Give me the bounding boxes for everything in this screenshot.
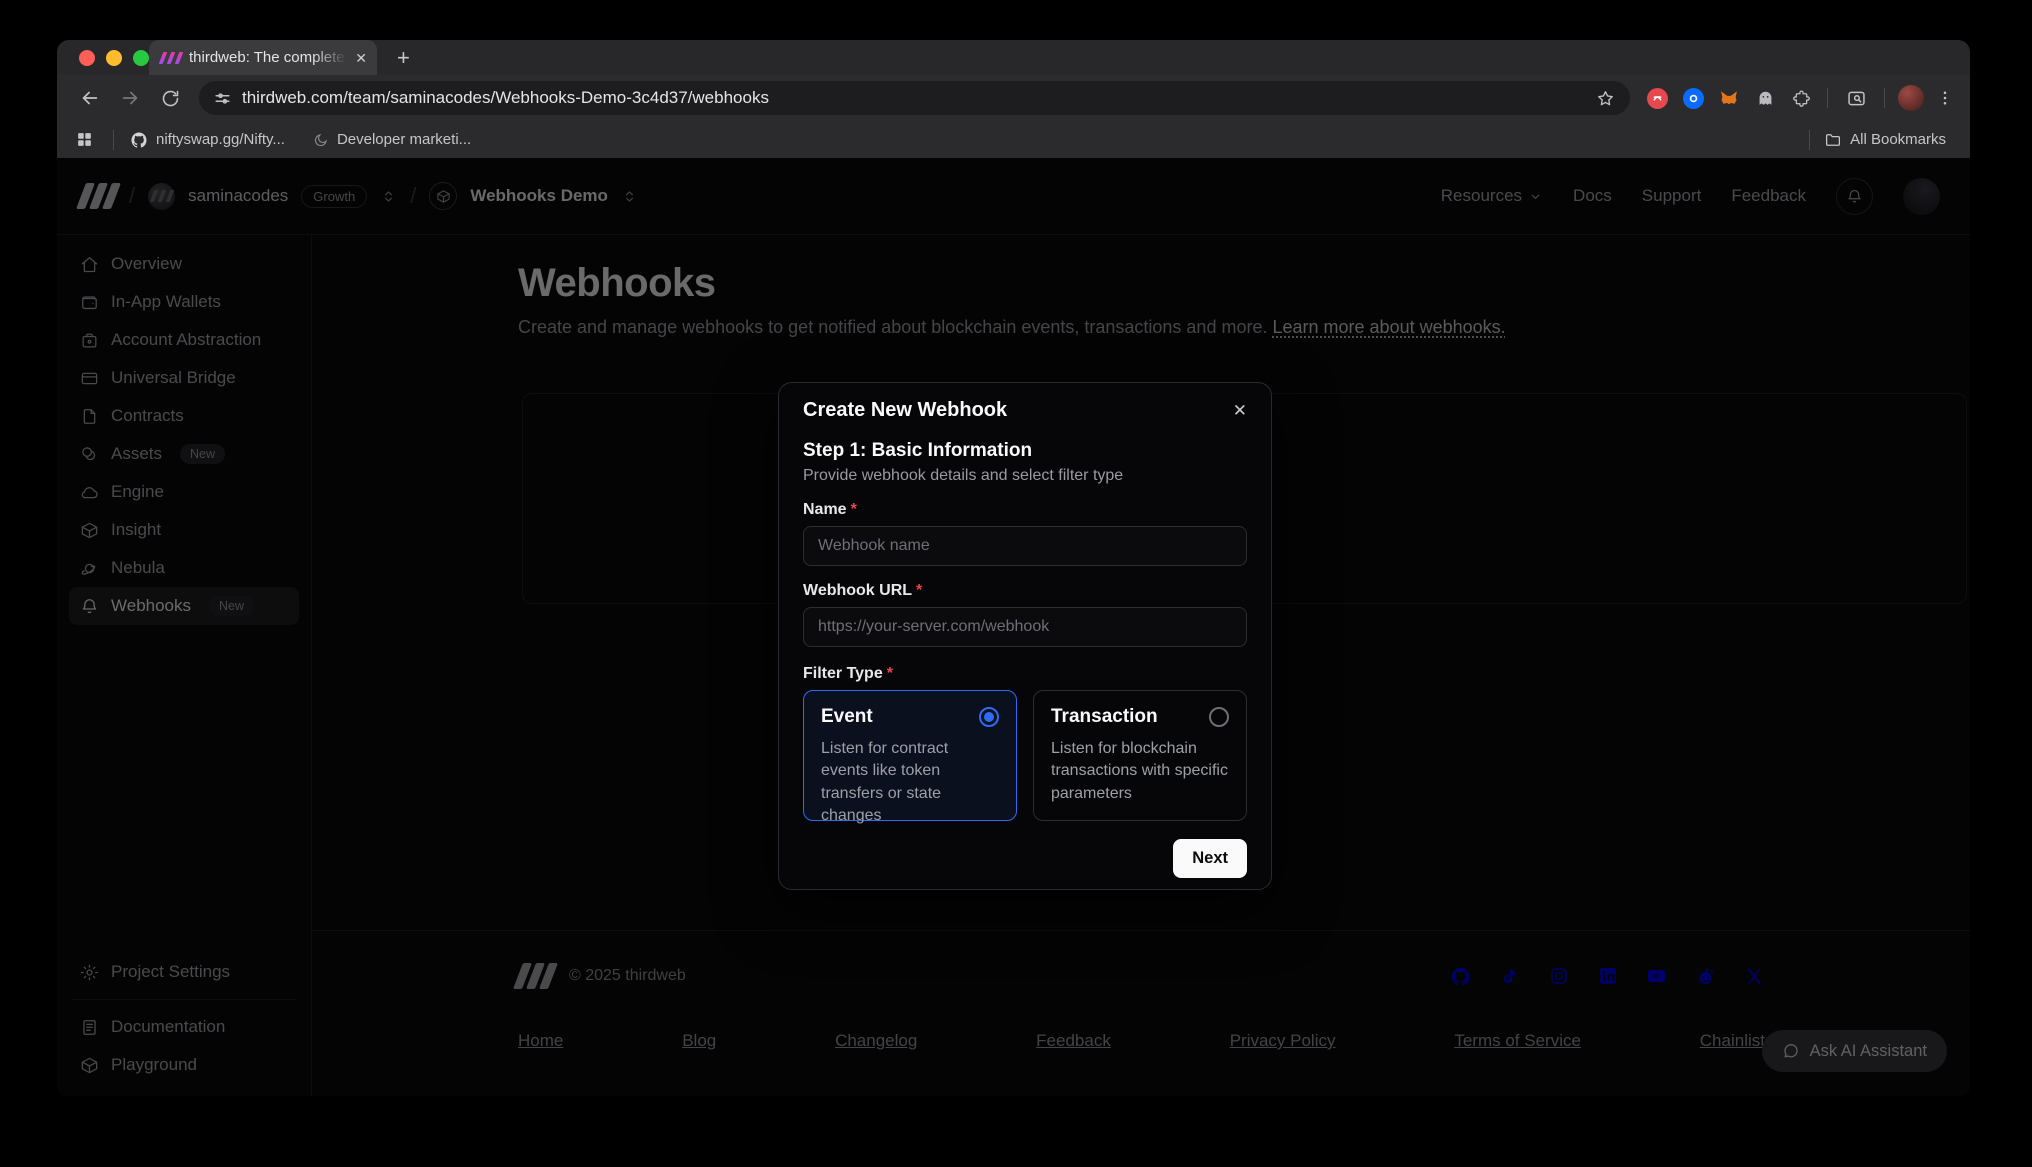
- zoom-window-button[interactable]: [133, 50, 149, 66]
- all-bookmarks-label: All Bookmarks: [1850, 131, 1946, 148]
- screenshot-root: thirdweb: The complete web3 ✕ + thirdweb…: [0, 0, 2032, 1167]
- thirdweb-favicon-icon: [161, 52, 181, 64]
- filter-option-transaction[interactable]: Transaction Listen for blockchain transa…: [1033, 690, 1247, 821]
- forward-icon[interactable]: [113, 81, 147, 115]
- required-asterisk: *: [887, 665, 893, 682]
- step-heading: Step 1: Basic Information: [803, 440, 1247, 462]
- kebab-menu-icon[interactable]: [1932, 81, 1958, 115]
- browser-tab[interactable]: thirdweb: The complete web3 ✕: [149, 40, 377, 75]
- extensions-puzzle-icon[interactable]: [1786, 81, 1816, 115]
- tab-search-icon[interactable]: [1839, 81, 1873, 115]
- url-field-label: Webhook URL*: [803, 582, 1247, 600]
- bookmarks-bar: niftyswap.gg/Nifty... Developer marketi.…: [57, 121, 1970, 158]
- browser-profile-avatar[interactable]: [1896, 81, 1926, 115]
- bookmark-developer-marketing[interactable]: Developer marketi...: [313, 131, 471, 148]
- url-text[interactable]: thirdweb.com/team/saminacodes/Webhooks-D…: [242, 88, 1582, 108]
- next-button[interactable]: Next: [1173, 839, 1247, 878]
- radio-unselected-icon[interactable]: [1209, 707, 1229, 727]
- webhook-name-input[interactable]: [803, 526, 1247, 566]
- radio-selected-icon[interactable]: [979, 707, 999, 727]
- bookmark-label: niftyswap.gg/Nifty...: [156, 131, 285, 148]
- metamask-fox-icon[interactable]: [1714, 81, 1744, 115]
- create-webhook-modal: Create New Webhook ✕ Step 1: Basic Infor…: [778, 382, 1272, 890]
- bookmark-label: Developer marketi...: [337, 131, 471, 148]
- bookmark-star-icon[interactable]: [1592, 81, 1618, 115]
- extension-red-wallet-icon[interactable]: [1642, 81, 1672, 115]
- new-tab-button[interactable]: +: [397, 40, 410, 75]
- github-favicon-icon: [130, 131, 148, 149]
- tab-close-icon[interactable]: ✕: [355, 51, 367, 65]
- required-asterisk: *: [851, 501, 857, 518]
- webhook-url-input[interactable]: [803, 607, 1247, 647]
- close-window-button[interactable]: [79, 50, 95, 66]
- filter-option-event[interactable]: Event Listen for contract events like to…: [803, 690, 1017, 821]
- required-asterisk: *: [916, 582, 922, 599]
- phantom-ghost-icon[interactable]: [1750, 81, 1780, 115]
- back-icon[interactable]: [73, 81, 107, 115]
- apps-grid-icon[interactable]: [75, 130, 94, 149]
- crescent-favicon-icon: [313, 132, 329, 148]
- site-settings-icon[interactable]: [213, 89, 232, 108]
- extension-blue-wallet-icon[interactable]: [1678, 81, 1708, 115]
- reload-icon[interactable]: [153, 81, 187, 115]
- tab-strip: thirdweb: The complete web3 ✕ +: [57, 40, 1970, 75]
- modal-title: Create New Webhook: [803, 399, 1007, 422]
- bookmark-niftyswap[interactable]: niftyswap.gg/Nifty...: [130, 131, 285, 149]
- browser-toolbar: thirdweb.com/team/saminacodes/Webhooks-D…: [57, 75, 1970, 121]
- all-bookmarks-button[interactable]: All Bookmarks: [1824, 131, 1946, 149]
- step-subheading: Provide webhook details and select filte…: [803, 467, 1247, 485]
- name-field-label: Name*: [803, 501, 1247, 519]
- minimize-window-button[interactable]: [106, 50, 122, 66]
- close-icon[interactable]: ✕: [1233, 402, 1247, 419]
- tab-title: thirdweb: The complete web3: [189, 49, 347, 66]
- address-bar[interactable]: thirdweb.com/team/saminacodes/Webhooks-D…: [199, 81, 1630, 115]
- filter-type-label: Filter Type*: [803, 665, 1247, 683]
- folder-icon: [1824, 131, 1842, 149]
